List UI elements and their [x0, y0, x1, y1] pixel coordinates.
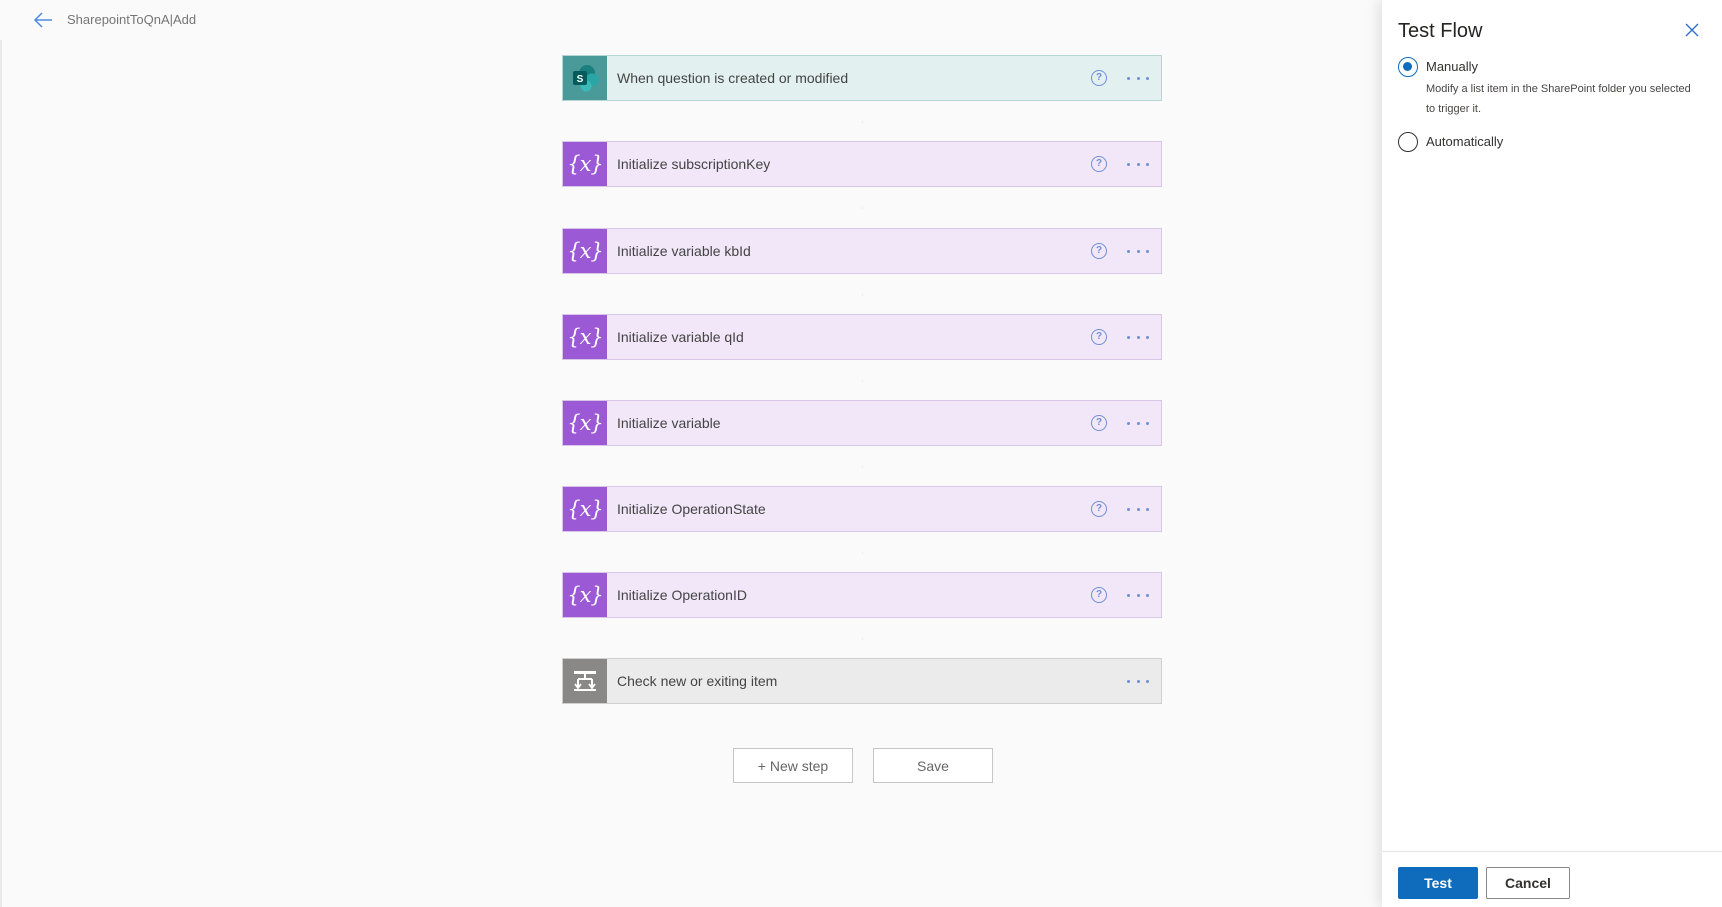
condition-icon — [563, 659, 607, 703]
panel-divider — [1382, 851, 1722, 852]
help-icon[interactable]: ? — [1091, 587, 1107, 603]
connector-arrow — [862, 120, 863, 123]
variable-glyph: {x} — [567, 583, 604, 607]
step-card-trigger[interactable]: S When question is created or modified ? — [562, 55, 1162, 101]
connector-arrow — [862, 637, 863, 640]
variable-icon: {x} — [563, 573, 607, 617]
step-title: Initialize variable kbId — [617, 243, 751, 259]
step-title: Initialize subscriptionKey — [617, 156, 771, 172]
new-step-button[interactable]: + New step — [733, 748, 853, 783]
connector-arrow — [862, 379, 863, 382]
step-card-variable[interactable]: {x} Initialize OperationState ? — [562, 486, 1162, 532]
connector-arrow — [862, 551, 863, 554]
variable-glyph: {x} — [567, 325, 604, 349]
help-icon[interactable]: ? — [1091, 156, 1107, 172]
connector-arrow — [862, 293, 863, 296]
save-button[interactable]: Save — [873, 748, 993, 783]
step-title: Initialize variable — [617, 415, 721, 431]
radio-description: Modify a list item in the SharePoint fol… — [1426, 83, 1691, 115]
sharepoint-icon: S — [563, 56, 607, 100]
help-icon[interactable]: ? — [1091, 329, 1107, 345]
step-card-variable[interactable]: {x} Initialize variable qId ? — [562, 314, 1162, 360]
step-card-variable[interactable]: {x} Initialize variable ? — [562, 400, 1162, 446]
variable-glyph: {x} — [567, 411, 604, 435]
connector-arrow — [862, 465, 863, 468]
back-arrow-icon[interactable] — [30, 8, 56, 32]
radio-label: Automatically — [1426, 134, 1504, 149]
step-title: Initialize OperationState — [617, 501, 766, 517]
help-icon[interactable]: ? — [1091, 501, 1107, 517]
variable-glyph: {x} — [567, 152, 604, 176]
more-options-icon[interactable] — [1125, 329, 1151, 345]
variable-icon: {x} — [563, 487, 607, 531]
close-icon[interactable] — [1682, 20, 1702, 40]
more-options-icon[interactable] — [1125, 415, 1151, 431]
more-options-icon[interactable] — [1125, 70, 1151, 86]
help-icon[interactable]: ? — [1091, 415, 1107, 431]
radio-button[interactable] — [1398, 132, 1418, 152]
radio-automatically[interactable]: Automatically — [1398, 132, 1503, 152]
step-title: Initialize variable qId — [617, 329, 744, 345]
variable-icon: {x} — [563, 142, 607, 186]
connector-arrow — [862, 206, 863, 209]
more-options-icon[interactable] — [1125, 156, 1151, 172]
more-options-icon[interactable] — [1125, 587, 1151, 603]
step-title: Initialize OperationID — [617, 587, 747, 603]
radio-label: Manually — [1426, 59, 1479, 74]
more-options-icon[interactable] — [1125, 673, 1151, 689]
test-flow-panel: Test Flow Manually Modify a list item in… — [1382, 0, 1722, 907]
flow-name[interactable]: SharepointToQnA|Add — [67, 12, 196, 27]
canvas-edge — [0, 40, 2, 907]
step-card-variable[interactable]: {x} Initialize variable kbId ? — [562, 228, 1162, 274]
step-card-variable[interactable]: {x} Initialize OperationID ? — [562, 572, 1162, 618]
step-card-variable[interactable]: {x} Initialize subscriptionKey ? — [562, 141, 1162, 187]
help-icon[interactable]: ? — [1091, 70, 1107, 86]
radio-button[interactable] — [1398, 57, 1418, 77]
variable-glyph: {x} — [567, 497, 604, 521]
more-options-icon[interactable] — [1125, 501, 1151, 517]
variable-glyph: {x} — [567, 239, 604, 263]
variable-icon: {x} — [563, 315, 607, 359]
panel-title: Test Flow — [1398, 20, 1483, 42]
help-icon[interactable]: ? — [1091, 243, 1107, 259]
cancel-button[interactable]: Cancel — [1486, 867, 1570, 899]
radio-manually[interactable]: Manually — [1398, 57, 1478, 77]
step-card-condition[interactable]: Check new or exiting item — [562, 658, 1162, 704]
top-bar: SharepointToQnA|Add — [0, 0, 1382, 40]
sharepoint-letter: S — [577, 74, 584, 85]
more-options-icon[interactable] — [1125, 243, 1151, 259]
variable-icon: {x} — [563, 229, 607, 273]
test-button[interactable]: Test — [1398, 867, 1478, 899]
step-title: When question is created or modified — [617, 70, 849, 86]
step-title: Check new or exiting item — [617, 673, 778, 689]
variable-icon: {x} — [563, 401, 607, 445]
